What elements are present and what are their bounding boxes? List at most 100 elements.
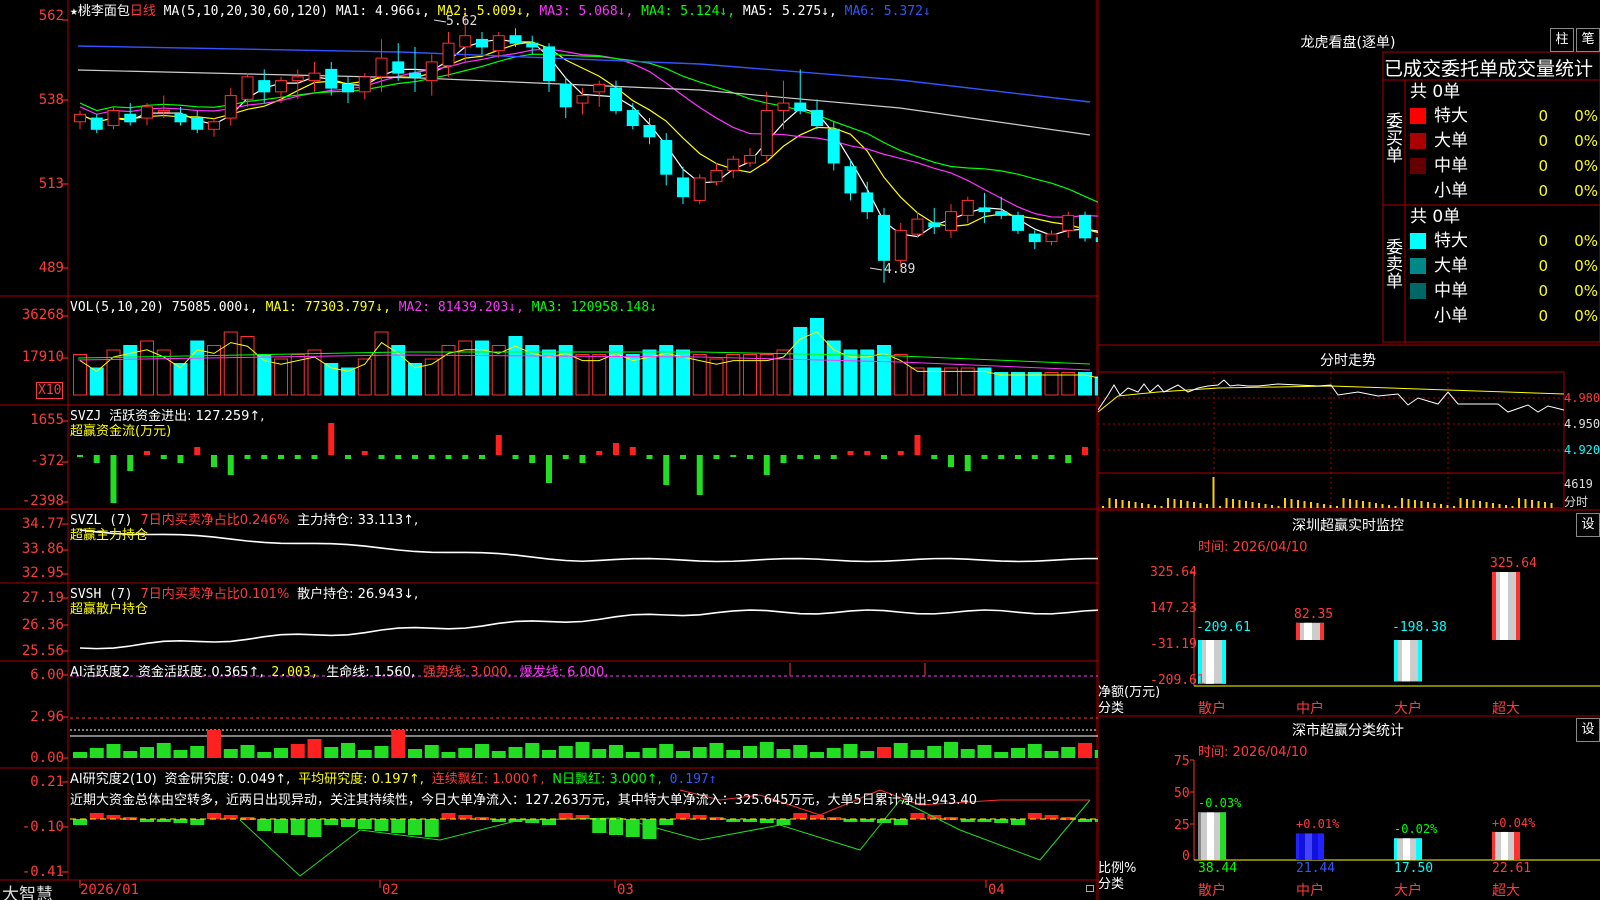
candle-body [844, 166, 857, 194]
intraday-vol-bar [1466, 499, 1468, 508]
svzj-bar [1015, 455, 1021, 459]
main-chart-area[interactable]: ★桃李面包日线 MA(5,10,20,30,60,120) MA1: 4.966… [0, 0, 1098, 900]
svzj-bar [110, 455, 117, 503]
x-label-mar: 03 [617, 882, 634, 898]
sz-settings-button[interactable]: 设 [1576, 513, 1600, 537]
sz-bar-edge [1418, 640, 1422, 682]
ai-research-d1: 资金研究度: 0.049↑, [164, 772, 291, 787]
volume-bar [374, 331, 389, 396]
sz-bar-value: -198.38 [1392, 620, 1447, 635]
cls-xlabel: 分类 [1098, 877, 1125, 892]
cls-bar-edge [1416, 838, 1422, 860]
svzj-bar [847, 451, 854, 455]
ai-active-d3: 生命线: 1.560, [326, 665, 416, 680]
price-tick-2: 538 [38, 92, 64, 108]
candle-body [90, 117, 103, 130]
ai-active-bar [960, 749, 975, 758]
ai-active-tick-1: 6.00 [30, 667, 64, 683]
candle-body [878, 214, 890, 261]
svsh-tick-1: 27.19 [21, 590, 64, 606]
vol-unit[interactable]: X10 [36, 382, 64, 399]
period-label[interactable]: 日线 [130, 4, 156, 19]
volume-bar [1011, 372, 1025, 396]
candle-body [375, 57, 388, 78]
ai-research-bar [659, 819, 674, 825]
ai-research-bar [89, 813, 104, 819]
intraday-vol-bar [1323, 504, 1325, 508]
count-view-button[interactable]: 笔 [1576, 28, 1600, 52]
sz-bar-highlight [1304, 622, 1312, 640]
ai-research-bar [357, 819, 372, 829]
svzj-tick-2: -372 [30, 453, 64, 469]
candle-body [693, 177, 706, 201]
ma-label: MA(5,10,20,30,60,120) [163, 4, 329, 19]
ma3-line [79, 48, 1098, 218]
svzj-bar [77, 455, 83, 457]
intraday-tick-2: 4.950 [1564, 417, 1600, 431]
ai-active-bar [826, 748, 841, 758]
intraday-vol-bar [1336, 506, 1338, 508]
ai-research-note: 近期大资金总体由空转多，近两日出现异动，关注其持续性，今日大单净流入：127.2… [70, 793, 977, 808]
sz-category: 散户 [1198, 701, 1226, 717]
cls-value: 22.61 [1492, 861, 1532, 876]
row-percent: 0% [1574, 107, 1598, 125]
row-color-swatch [1410, 233, 1426, 249]
svzl-tick-2: 33.86 [21, 541, 64, 557]
intraday-vol-bar [1310, 502, 1312, 508]
cls-ytick-1: 75 [1174, 754, 1190, 769]
column-view-button[interactable]: 柱 [1550, 28, 1574, 52]
candle-body [626, 110, 639, 127]
svzl-desc1: 7日内买卖净占比0.246% [140, 513, 290, 528]
ai-active-bar [860, 751, 875, 758]
intraday-vol-bar [1401, 498, 1403, 508]
price-header: ★桃李面包日线 MA(5,10,20,30,60,120) MA1: 4.966… [70, 0, 931, 19]
ai-active-bar [1078, 743, 1092, 758]
candle-body [509, 35, 522, 44]
intraday-vol-bar [1245, 501, 1247, 508]
ai-active-bar [642, 748, 657, 758]
sell-side-text: 委卖单 [1382, 238, 1402, 289]
intraday-vol-bar [1550, 503, 1553, 508]
candle-body [995, 211, 1008, 216]
stat-title: 已成交委托单成交量统计 [1384, 58, 1594, 80]
svzj-bar [780, 455, 787, 463]
ai-active-bar [73, 752, 87, 758]
intraday-vol-bar [1154, 505, 1156, 508]
ai-research-bar [223, 815, 238, 819]
brand-label[interactable]: 大智慧 [2, 880, 53, 900]
ai-research-label: AI研究度2(10) [70, 772, 157, 787]
cls-ytick-4: 0 [1182, 849, 1190, 864]
ma1-line [79, 38, 1098, 238]
svzj-bar [562, 455, 569, 459]
svzl-sub: 超赢主力持仓 [70, 528, 149, 543]
intraday-vol-bar [1368, 502, 1371, 508]
candle-body [191, 117, 204, 130]
cls-category: 超大 [1492, 883, 1520, 899]
candle-body [593, 83, 606, 93]
price-tick-3: 513 [38, 176, 64, 192]
stock-name[interactable]: ★桃李面包 [70, 4, 130, 19]
sz-bar-value: 82.35 [1294, 606, 1334, 622]
intraday-vol-bar [1492, 503, 1494, 508]
ai-research-bar [592, 819, 607, 833]
ma2-line [79, 41, 1098, 234]
cls-bar-highlight [1403, 838, 1410, 860]
candle-body [358, 76, 371, 93]
svzj-bar [981, 455, 988, 459]
intraday-vol-bar [1420, 501, 1423, 508]
volume-bar [793, 327, 808, 396]
lock-icon[interactable] [1086, 885, 1094, 892]
intraday-vol-bar [1251, 502, 1254, 508]
volume-bar [190, 340, 205, 396]
cls-bar-edge [1198, 812, 1201, 860]
ai-active-bar [391, 730, 406, 758]
row-color-swatch [1410, 258, 1426, 274]
cls-bar-edge [1514, 831, 1520, 860]
ai-active-bar [190, 746, 205, 758]
cls-settings-button[interactable]: 设 [1576, 718, 1600, 742]
svzj-bar [747, 455, 753, 459]
vol-ma2: MA2: 81439.203↓, [398, 300, 524, 315]
ai-active-bar [1044, 751, 1059, 758]
ai-research-bar [257, 819, 272, 831]
ai-active-bar [475, 744, 489, 758]
